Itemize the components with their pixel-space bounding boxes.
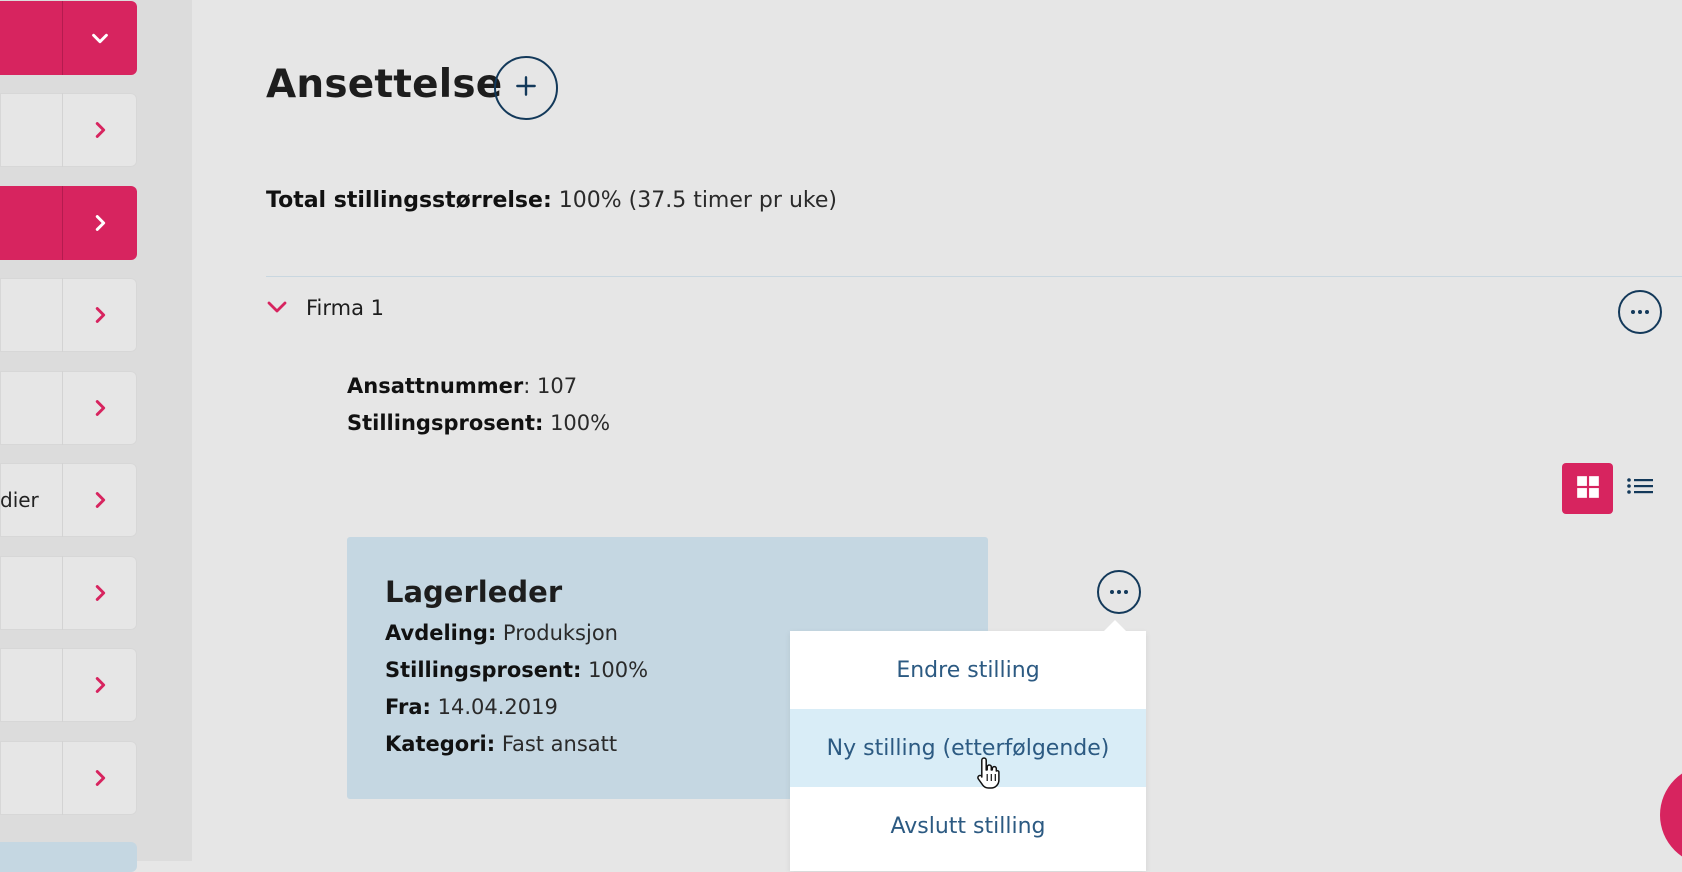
total-value: 100% (37.5 timer pr uke) [551, 188, 837, 213]
chevron-right-icon[interactable] [62, 371, 137, 445]
floating-action-button[interactable] [1660, 765, 1682, 865]
firm-more-button[interactable] [1618, 290, 1662, 334]
chevron-right-icon[interactable] [62, 741, 137, 815]
position-percent-label: Stillingsprosent: [385, 658, 582, 682]
department-label: Avdeling: [385, 621, 497, 645]
sidebar-item-5[interactable] [0, 371, 137, 445]
position-percent-value: 100% [581, 658, 649, 682]
employee-number-value: : 107 [523, 374, 578, 398]
sidebar: dier [0, 0, 192, 872]
main-content: Ansettelse Total stillingsstørrelse: 100… [192, 0, 1682, 871]
sidebar-item-7[interactable] [0, 556, 137, 630]
chevron-right-icon[interactable] [62, 186, 137, 260]
plus-icon [513, 72, 539, 104]
chevron-right-icon[interactable] [62, 648, 137, 722]
divider [266, 276, 1682, 277]
from-date-label: Fra: [385, 695, 431, 719]
chevron-right-icon[interactable] [62, 93, 137, 167]
sidebar-item-4[interactable] [0, 278, 137, 352]
grid-view-icon [1575, 474, 1601, 504]
sidebar-item-selected-partial[interactable] [0, 842, 137, 872]
from-date-value: 14.04.2019 [430, 695, 558, 719]
chevron-right-icon[interactable] [62, 278, 137, 352]
position-title: Lagerleder [385, 575, 563, 609]
menu-item-end-position[interactable]: Avslutt stilling [790, 787, 1146, 865]
add-employment-button[interactable] [494, 56, 558, 120]
sidebar-item-2[interactable] [0, 93, 137, 167]
employment-percent: Stillingsprosent: 100% [347, 411, 610, 435]
sidebar-item-1[interactable] [0, 1, 137, 75]
list-view-icon [1626, 474, 1654, 502]
page-title: Ansettelse [266, 62, 503, 107]
department: Avdeling: Produksjon [385, 621, 618, 645]
position-percent: Stillingsprosent: 100% [385, 658, 648, 682]
more-horizontal-icon [1110, 590, 1128, 594]
sidebar-item-6[interactable]: dier [0, 463, 137, 537]
chevron-right-icon[interactable] [62, 463, 137, 537]
sidebar-item-label: dier [0, 488, 39, 512]
menu-item-new-position[interactable]: Ny stilling (etterfølgende) [790, 709, 1146, 787]
employment-percent-label: Stillingsprosent: [347, 411, 544, 435]
firm-toggle[interactable]: Firma 1 [266, 296, 384, 320]
department-value: Produksjon [496, 621, 618, 645]
position-actions-menu: Endre stilling Ny stilling (etterfølgend… [790, 620, 1146, 871]
total-label: Total stillingsstørrelse: [266, 188, 552, 213]
more-horizontal-icon [1631, 310, 1649, 314]
total-position-size: Total stillingsstørrelse: 100% (37.5 tim… [266, 188, 837, 213]
hand-pointer-icon [976, 756, 1000, 790]
menu-item-edit-position[interactable]: Endre stilling [790, 631, 1146, 709]
category-label: Kategori: [385, 732, 496, 756]
sidebar-item-9[interactable] [0, 741, 137, 815]
employee-number: Ansattnummer: 107 [347, 374, 577, 398]
firm-name: Firma 1 [306, 296, 385, 320]
sidebar-item-8[interactable] [0, 648, 137, 722]
position-more-button[interactable] [1097, 570, 1141, 614]
sidebar-item-3[interactable] [0, 186, 137, 260]
grid-view-button[interactable] [1562, 463, 1613, 514]
chevron-down-icon[interactable] [62, 1, 137, 75]
chevron-down-icon [266, 299, 288, 318]
employee-number-label: Ansattnummer [347, 374, 524, 398]
category: Kategori: Fast ansatt [385, 732, 617, 756]
list-view-button[interactable] [1624, 472, 1656, 504]
category-value: Fast ansatt [495, 732, 618, 756]
chevron-right-icon[interactable] [62, 556, 137, 630]
from-date: Fra: 14.04.2019 [385, 695, 558, 719]
employment-percent-value: 100% [543, 411, 611, 435]
